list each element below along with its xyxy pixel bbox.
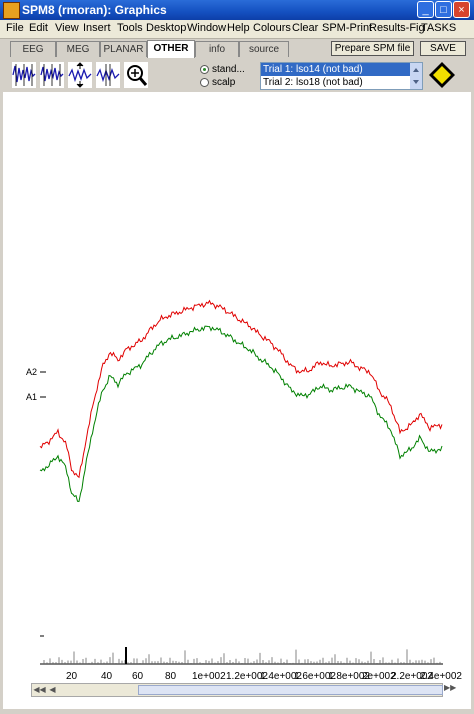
scroll-left-icon[interactable]: ◀ — [46, 684, 59, 696]
x-tick-label: 80 — [165, 671, 177, 682]
scroll-right-icon[interactable]: ▶▶ — [444, 683, 456, 692]
x-tick-label: 20 — [66, 671, 78, 682]
time-scrollbar[interactable]: ◀◀ ◀ — [31, 683, 443, 697]
scrollbar-thumb[interactable] — [138, 685, 443, 695]
x-tick-label: 2.4e+002 — [420, 671, 462, 682]
trace-trial-2 — [39, 325, 443, 503]
x-tick-label: 60 — [132, 671, 144, 682]
channel-label-a2: A2 — [26, 367, 38, 377]
scroll-far-left-icon[interactable]: ◀◀ — [33, 684, 46, 696]
channel-label-a1: A1 — [26, 392, 38, 402]
waveform-plot — [39, 299, 443, 665]
x-tick-label: 1e+002 — [192, 671, 226, 682]
trace-trial-1 — [39, 299, 443, 479]
x-tick-label: 40 — [101, 671, 113, 682]
